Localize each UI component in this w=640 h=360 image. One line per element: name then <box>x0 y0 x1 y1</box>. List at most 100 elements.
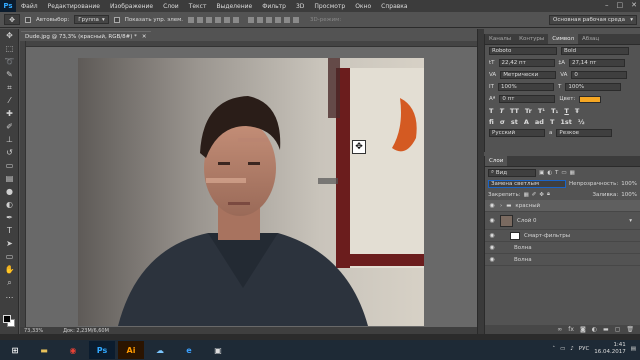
small-caps-button[interactable]: Tr <box>525 107 532 115</box>
new-layer-icon[interactable]: ▢ <box>615 326 621 333</box>
fractions-button[interactable]: ½ <box>578 118 585 126</box>
foreground-color-swatch[interactable] <box>3 315 11 323</box>
leading-field[interactable]: 27,14 пт <box>569 59 626 67</box>
distribute-middle-icon[interactable] <box>257 16 264 23</box>
fill-value[interactable]: 100% <box>621 192 637 198</box>
titling-button[interactable]: T <box>550 118 554 126</box>
align-top-icon[interactable] <box>188 16 195 23</box>
eye-icon[interactable]: ◉ <box>488 202 496 209</box>
distribute-right-icon[interactable] <box>293 16 300 23</box>
vertical-ruler[interactable] <box>20 41 26 327</box>
align-center-icon[interactable] <box>224 16 231 23</box>
tab-paragraph[interactable]: Абзац <box>578 34 603 44</box>
zoom-level[interactable]: 73,33% <box>24 328 43 334</box>
link-icon[interactable]: ∞ <box>557 326 562 333</box>
volume-icon[interactable]: ♪ <box>570 346 574 352</box>
lock-all-icon[interactable]: 🔒︎ <box>547 191 550 198</box>
menu-3d[interactable]: 3D <box>291 3 309 10</box>
lock-image-icon[interactable]: ✐ <box>532 192 537 198</box>
faux-bold-button[interactable]: T <box>489 107 493 115</box>
tray-chevron-icon[interactable]: ˄ <box>552 346 555 352</box>
minimize-icon[interactable]: – <box>605 1 609 9</box>
eye-icon[interactable]: ◉ <box>488 232 496 239</box>
cloud-icon[interactable]: ☁ <box>147 341 173 359</box>
dodge-tool-icon[interactable]: ◐ <box>0 198 19 211</box>
illustrator-taskbar-icon[interactable]: Ai <box>118 341 144 359</box>
kerning-field[interactable]: Метрически <box>500 71 557 79</box>
film-icon[interactable]: ▣ <box>205 341 231 359</box>
type-tool-icon[interactable]: T <box>0 224 19 237</box>
clone-stamp-tool-icon[interactable]: ⊥ <box>0 133 19 146</box>
layer-smart-object[interactable]: ◉ Слой 0 ▾ <box>485 212 640 230</box>
tracking-field[interactable]: 0 <box>571 71 628 79</box>
marquee-tool-icon[interactable]: ⬚ <box>0 42 19 55</box>
gradient-tool-icon[interactable]: ▤ <box>0 172 19 185</box>
eyedropper-tool-icon[interactable]: ⁄ <box>0 94 19 107</box>
explorer-icon[interactable]: ▬ <box>31 341 57 359</box>
layer-filter-wave-1[interactable]: ◉ Волна <box>485 242 640 254</box>
language-indicator[interactable]: РУС <box>579 346 590 352</box>
align-bottom-icon[interactable] <box>206 16 213 23</box>
tab-layers[interactable]: Слои <box>485 156 508 166</box>
quick-select-tool-icon[interactable]: ✎ <box>0 68 19 81</box>
document-tab[interactable]: Dude.jpg @ 73,3% (красный, RGB/8#) * ✕ <box>21 31 151 41</box>
font-style-dropdown[interactable]: Bold <box>561 47 629 55</box>
eye-icon[interactable]: ◉ <box>488 256 496 263</box>
baseline-field[interactable]: 0 пт <box>499 95 556 103</box>
swash-button[interactable]: A <box>524 118 529 126</box>
old-style-button[interactable]: σ <box>500 118 505 126</box>
mask-icon[interactable]: ◙ <box>580 326 586 333</box>
maximize-icon[interactable]: □ <box>617 1 624 9</box>
edge-icon[interactable]: e <box>176 341 202 359</box>
show-controls-checkbox[interactable] <box>113 16 120 23</box>
distribute-left-icon[interactable] <box>275 16 282 23</box>
menu-filter[interactable]: Фильтр <box>257 3 291 10</box>
chrome-icon[interactable]: ◉ <box>60 341 86 359</box>
photoshop-taskbar-icon[interactable]: Ps <box>89 341 115 359</box>
horizontal-ruler[interactable] <box>20 41 477 47</box>
autoselect-dropdown[interactable]: Группа ▾ <box>74 15 109 24</box>
ligatures-button[interactable]: fi <box>489 118 494 126</box>
menu-help[interactable]: Справка <box>376 3 412 10</box>
subscript-button[interactable]: T₁ <box>551 107 558 115</box>
opacity-value[interactable]: 100% <box>621 181 637 187</box>
lock-position-icon[interactable]: ✥ <box>539 192 544 198</box>
eye-icon[interactable]: ◉ <box>488 244 496 251</box>
distribute-center-icon[interactable] <box>284 16 291 23</box>
font-family-dropdown[interactable]: Roboto <box>489 47 557 55</box>
filter-adjustment-icon[interactable]: ◐ <box>547 170 552 176</box>
lock-transparent-icon[interactable]: ▦ <box>524 192 529 198</box>
horizontal-scale-field[interactable]: 100% <box>565 83 622 91</box>
crop-tool-icon[interactable]: ⌗ <box>0 81 19 94</box>
network-icon[interactable]: ▭ <box>560 346 565 352</box>
align-left-icon[interactable] <box>215 16 222 23</box>
tab-paths[interactable]: Контуры <box>515 34 548 44</box>
strikethrough-button[interactable]: Ŧ <box>575 107 579 115</box>
filter-type-icon[interactable]: T <box>555 170 558 176</box>
menu-file[interactable]: Файл <box>16 3 43 10</box>
lasso-tool-icon[interactable]: ➰ <box>0 55 19 68</box>
more-tools-icon[interactable]: … <box>0 289 19 302</box>
brush-tool-icon[interactable]: ✐ <box>0 120 19 133</box>
antialias-dropdown[interactable]: Резкое <box>556 129 613 137</box>
distribute-bottom-icon[interactable] <box>266 16 273 23</box>
menu-edit[interactable]: Редактирование <box>43 3 105 10</box>
notifications-icon[interactable]: ▤ <box>631 346 636 352</box>
font-size-field[interactable]: 22,42 пт <box>498 59 555 67</box>
menu-layers[interactable]: Слои <box>158 3 184 10</box>
discretionary-ligatures-button[interactable]: ad <box>535 118 544 126</box>
underline-button[interactable]: T <box>564 107 568 115</box>
layer-filter-dropdown[interactable]: ⌕ Вид <box>488 168 536 177</box>
pen-tool-icon[interactable]: ✒ <box>0 211 19 224</box>
history-brush-tool-icon[interactable]: ↺ <box>0 146 19 159</box>
eye-icon[interactable]: ◉ <box>488 217 496 224</box>
zoom-tool-icon[interactable]: ⌕ <box>0 276 19 289</box>
menu-image[interactable]: Изображение <box>105 3 158 10</box>
move-tool-preset-icon[interactable]: ✥ <box>4 14 20 25</box>
distribute-top-icon[interactable] <box>248 16 255 23</box>
filter-smart-icon[interactable]: ▦ <box>570 170 575 176</box>
clock[interactable]: 1:41 16.04.2017 <box>594 342 626 356</box>
collapsed-panel-strip[interactable] <box>477 29 484 334</box>
shape-tool-icon[interactable]: ▭ <box>0 250 19 263</box>
text-color-swatch[interactable] <box>579 95 602 103</box>
